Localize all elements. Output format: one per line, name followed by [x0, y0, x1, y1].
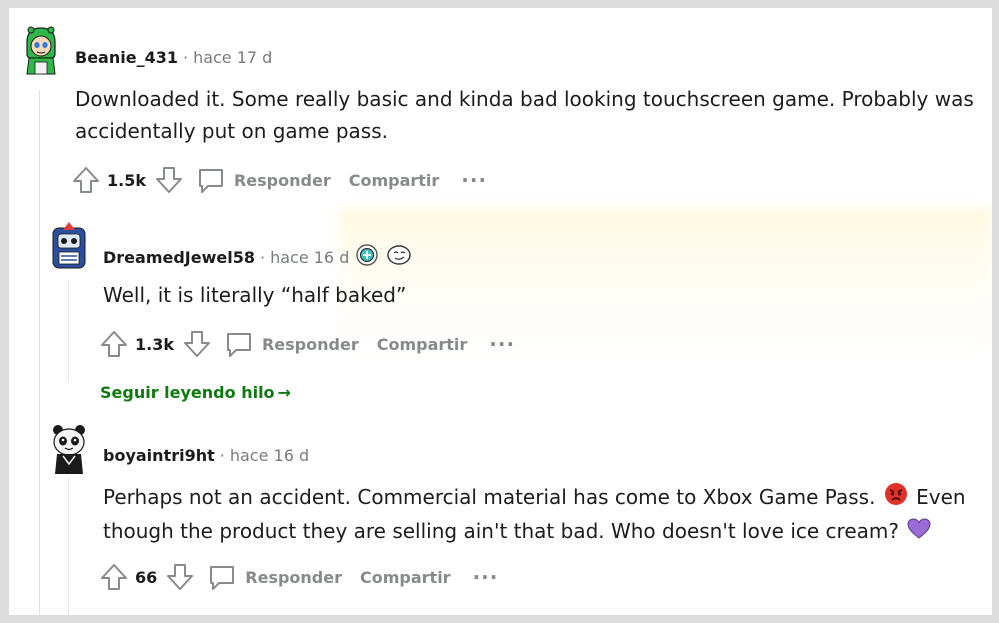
meta-separator: · [219, 446, 225, 465]
comment-actions: 1.3k Responder Compartir ··· [99, 328, 515, 360]
reply-button[interactable]: Responder [207, 562, 342, 592]
thread-line-top-level [39, 90, 40, 615]
reply-label[interactable]: Responder [245, 568, 342, 587]
more-options-button[interactable]: ··· [489, 334, 515, 354]
downvote-arrow-icon [155, 167, 182, 193]
downvote-arrow-icon [167, 564, 194, 590]
thread-line-reply-2 [68, 478, 69, 615]
downvote-arrow-icon [183, 331, 210, 357]
robot-avatar-icon [52, 222, 86, 269]
upvote-button[interactable] [71, 165, 101, 195]
comment-actions: 1.5k Responder Compartir ··· [71, 164, 487, 196]
avatar[interactable] [21, 24, 61, 75]
vote-score: 66 [135, 567, 158, 587]
meta-separator: · [259, 247, 266, 267]
comment-body: Downloaded it. Some really basic and kin… [75, 87, 974, 143]
speech-bubble-icon [226, 333, 251, 357]
comment-body: Well, it is literally “half baked” [103, 283, 407, 307]
green-hood-avatar-icon [26, 26, 56, 75]
smiley-face-icon [385, 243, 413, 271]
upvote-arrow-icon [101, 564, 127, 590]
purple-heart-icon [907, 517, 931, 549]
share-button[interactable]: Compartir [377, 335, 468, 354]
timestamp[interactable]: hace 16 d [270, 248, 349, 267]
reply-label[interactable]: Responder [262, 335, 359, 354]
vote-score: 1.3k [135, 334, 174, 354]
more-options-button[interactable]: ··· [473, 567, 499, 587]
username[interactable]: boyaintri9ht [103, 446, 215, 465]
continue-thread-label: Seguir leyendo hilo [100, 383, 275, 402]
username[interactable]: Beanie_431 [75, 48, 178, 67]
downvote-button[interactable] [182, 329, 212, 359]
comment-body: Perhaps not an accident. Commercial mate… [103, 481, 973, 549]
comment-thread-card: Beanie_431 · hace 17 d Downloaded it. So… [9, 8, 992, 615]
comment-body-part-1: Perhaps not an accident. Commercial mate… [103, 485, 882, 509]
timestamp[interactable]: hace 16 d [230, 446, 309, 465]
speech-bubble-icon [198, 169, 223, 193]
timestamp[interactable]: hace 17 d [193, 48, 272, 67]
upvote-button[interactable] [99, 562, 129, 592]
more-options-button[interactable]: ··· [461, 170, 487, 190]
avatar[interactable] [49, 420, 89, 474]
teal-badge-icon [355, 243, 379, 271]
downvote-button[interactable] [154, 165, 184, 195]
username[interactable]: DreamedJewel58 [103, 248, 255, 267]
meta-separator: · [182, 48, 189, 67]
vote-score: 1.5k [107, 170, 146, 190]
upvote-button[interactable] [99, 329, 129, 359]
avatar[interactable] [49, 220, 89, 269]
continue-thread-link[interactable]: Seguir leyendo hilo → [100, 383, 291, 402]
upvote-arrow-icon [73, 167, 99, 193]
angry-face-icon [884, 482, 908, 515]
share-button[interactable]: Compartir [360, 568, 451, 587]
downvote-button[interactable] [165, 562, 195, 592]
panda-avatar-icon [53, 425, 85, 474]
thread-line-reply [68, 280, 69, 380]
reply-button[interactable]: Responder [224, 329, 359, 359]
comment-actions: 66 Responder Compartir ··· [99, 561, 498, 593]
arrow-right-icon: → [277, 383, 291, 402]
share-button[interactable]: Compartir [349, 171, 440, 190]
speech-bubble-icon [210, 566, 235, 590]
upvote-arrow-icon [101, 331, 127, 357]
reply-label[interactable]: Responder [234, 171, 331, 190]
reply-button[interactable]: Responder [196, 165, 331, 195]
